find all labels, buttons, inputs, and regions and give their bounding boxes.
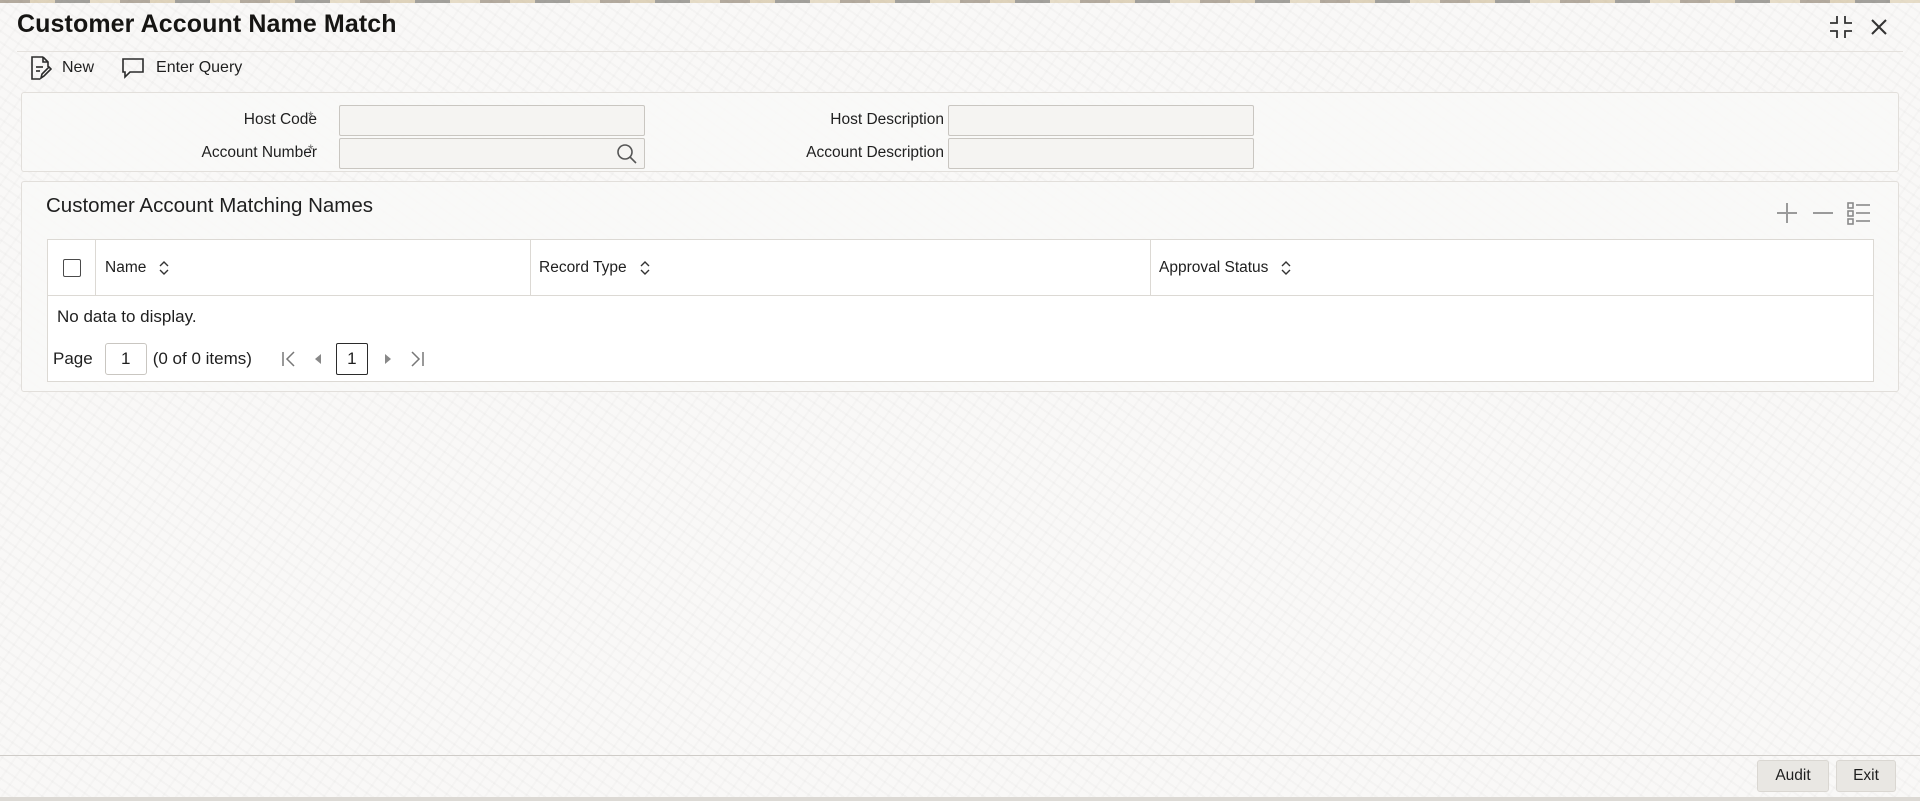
list-icon[interactable] xyxy=(1846,200,1872,226)
column-divider xyxy=(530,240,531,296)
host-code-required-marker: * xyxy=(308,108,314,124)
current-page[interactable]: 1 xyxy=(335,343,368,375)
column-header-approval-status-label: Approval Status xyxy=(1159,259,1269,276)
toolbar: New Enter Query xyxy=(28,54,242,82)
previous-page-icon[interactable] xyxy=(312,350,324,368)
column-header-approval-status[interactable]: Approval Status xyxy=(1159,240,1292,296)
add-icon[interactable] xyxy=(1774,200,1800,226)
account-number-required-marker: * xyxy=(308,141,314,157)
first-page-icon[interactable] xyxy=(280,350,298,368)
new-button-label: New xyxy=(62,59,95,76)
page-label: Page xyxy=(53,349,93,368)
sort-icon[interactable] xyxy=(158,260,170,276)
column-divider xyxy=(95,240,96,296)
new-document-icon xyxy=(28,55,52,81)
collapse-icon[interactable] xyxy=(1828,14,1854,40)
header-decor-strip xyxy=(0,0,1920,3)
column-divider xyxy=(1150,240,1151,296)
page-title: Customer Account Name Match xyxy=(17,10,397,38)
title-divider xyxy=(17,51,1903,52)
items-count: (0 of 0 items) xyxy=(152,349,252,368)
column-header-record-type-label: Record Type xyxy=(539,259,627,276)
query-icon xyxy=(120,56,146,80)
host-description-label: Host Description xyxy=(830,111,944,128)
matching-names-table: Name Record Type Approval Status No data… xyxy=(47,239,1874,382)
host-description-field xyxy=(948,105,1254,136)
header-form-panel: Host Code * Account Number * Host Descri… xyxy=(21,92,1899,172)
remove-icon[interactable] xyxy=(1810,200,1836,226)
grid-actions xyxy=(1774,200,1872,226)
column-header-name-label: Name xyxy=(105,259,147,276)
new-button[interactable]: New xyxy=(28,55,94,81)
host-code-label: Host Code xyxy=(243,111,317,128)
page-number-input[interactable]: 1 xyxy=(104,343,147,375)
account-number-label: Account Number xyxy=(201,144,317,161)
window-controls xyxy=(1828,14,1892,40)
bottom-border xyxy=(0,797,1920,801)
matching-names-panel: Customer Account Matching Names Name Rec… xyxy=(21,181,1899,392)
column-header-name[interactable]: Name xyxy=(105,240,170,296)
account-description-field xyxy=(948,138,1254,169)
last-page-icon[interactable] xyxy=(408,350,426,368)
exit-button[interactable]: Exit xyxy=(1836,760,1896,792)
sort-icon[interactable] xyxy=(639,260,651,276)
search-icon[interactable] xyxy=(616,143,638,170)
table-header: Name Record Type Approval Status xyxy=(48,240,1873,296)
footer-divider xyxy=(0,755,1920,756)
section-title: Customer Account Matching Names xyxy=(46,194,373,217)
pagination: Page 1 (0 of 0 items) 1 xyxy=(53,342,426,376)
audit-button[interactable]: Audit xyxy=(1757,760,1829,792)
enter-query-button[interactable]: Enter Query xyxy=(120,56,242,80)
enter-query-label: Enter Query xyxy=(156,59,243,76)
close-icon[interactable] xyxy=(1866,14,1892,40)
account-description-label: Account Description xyxy=(806,144,944,161)
sort-icon[interactable] xyxy=(1280,260,1292,276)
column-header-record-type[interactable]: Record Type xyxy=(539,240,651,296)
select-all-checkbox[interactable] xyxy=(63,259,81,277)
next-page-icon[interactable] xyxy=(382,350,394,368)
empty-message: No data to display. xyxy=(57,307,197,326)
account-number-input[interactable] xyxy=(339,138,645,169)
host-code-input[interactable] xyxy=(339,105,645,136)
